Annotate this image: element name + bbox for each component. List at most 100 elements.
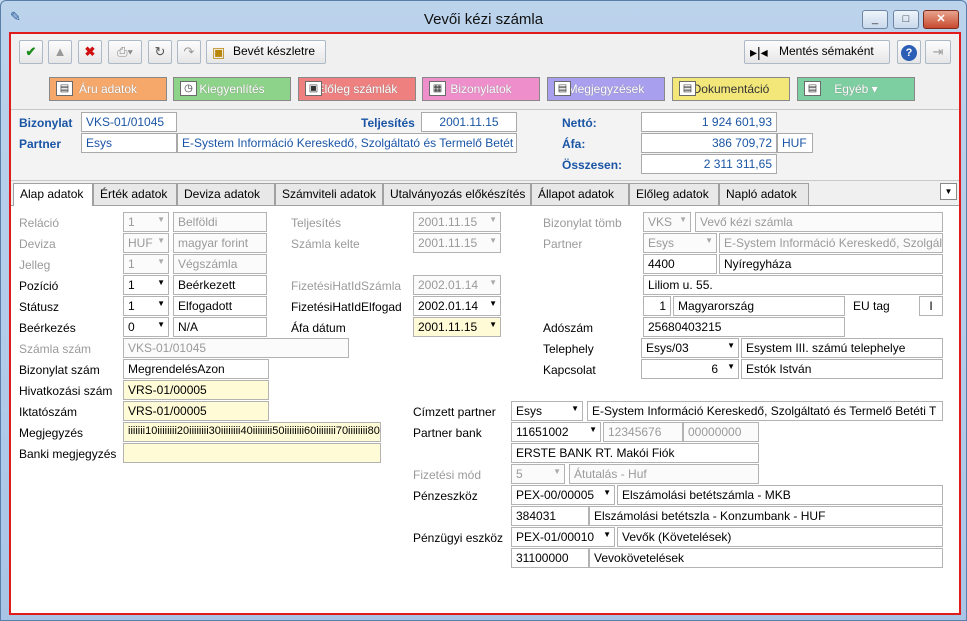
banki-megjegyzes-field[interactable] xyxy=(123,443,381,463)
delete-x-icon[interactable]: ✖ xyxy=(78,40,102,64)
kelte-date[interactable]: 2001.11.15 ▼ xyxy=(413,233,501,253)
confirm-check-icon[interactable]: ✔ xyxy=(19,40,43,64)
megjegyzes-field[interactable]: iiiiiii10iiiiiiii20iiiiiiii30iiiiiiii40i… xyxy=(123,422,381,442)
tab-szamviteli-adatok[interactable]: Számviteli adatok xyxy=(275,183,383,205)
fhe-value: 2002.01.14 xyxy=(418,299,479,313)
jelleg-select[interactable]: 1 ▼ xyxy=(123,254,169,274)
tab-allapot-adatok[interactable]: Állapot adatok xyxy=(531,183,629,205)
chevron-down-icon: ▼ xyxy=(489,320,497,329)
jelleg-text: Végszámla xyxy=(173,254,267,274)
tomb-label: Bizonylat tömb xyxy=(543,216,622,230)
mentes-semakent-button[interactable]: ▸|◂ Mentés sémaként xyxy=(744,40,890,64)
partner-code-field[interactable]: Esys xyxy=(81,133,177,153)
netto-field: 1 924 601,93 xyxy=(641,112,777,132)
teljesites-header-field[interactable]: 2001.11.15 xyxy=(421,112,517,132)
bevet-keszletre-button[interactable]: ▣ Bevét készletre xyxy=(206,40,326,64)
help-icon: ? xyxy=(901,45,917,61)
tab-alap-adatok[interactable]: Alap adatok xyxy=(13,183,93,206)
category-button-bizonylatok[interactable]: ▦ Bizonylatok xyxy=(422,77,540,101)
help-button[interactable]: ? xyxy=(897,40,921,64)
kapcsolat-value: 6 xyxy=(711,362,718,376)
tab-ertek-adatok[interactable]: Érték adatok xyxy=(93,183,177,205)
aru-adatok-icon: ▤ xyxy=(56,81,73,96)
egyeb-icon: ▤ xyxy=(804,81,821,96)
netto-label: Nettó: xyxy=(562,116,597,130)
penz-kod-field: 384031 xyxy=(511,506,589,526)
partner-select[interactable]: Esys ▼ xyxy=(643,233,717,253)
relacio-label: Reláció xyxy=(19,216,60,230)
telephely-label: Telephely xyxy=(543,342,594,356)
maximize-button[interactable]: □ xyxy=(893,10,919,29)
category-button-kiegyenlites[interactable]: ◷ Kiegyenlítés xyxy=(173,77,291,101)
iktato-label: Iktatószám xyxy=(19,405,78,419)
deviza-select[interactable]: HUF ▼ xyxy=(123,233,169,253)
afadatum-date[interactable]: 2001.11.15 ▼ xyxy=(413,317,501,337)
fhsz-date[interactable]: 2002.01.14 ▼ xyxy=(413,275,501,295)
jelleg-label: Jelleg xyxy=(19,258,51,272)
orszag-kod-field: 1 xyxy=(643,296,671,316)
telephely-text: Esystem III. számú telephelye xyxy=(741,338,943,358)
partner-text: E-System Információ Kereskedő, Szolgálta… xyxy=(719,233,943,253)
bank-nev-field: ERSTE BANK RT. Makói Fiók xyxy=(511,443,759,463)
tab-utalvanyozas[interactable]: Utalványozás előkészítés xyxy=(383,183,531,205)
chevron-down-icon: ▾ xyxy=(868,82,878,96)
bank-field-3: 00000000 xyxy=(683,422,759,442)
app-window: ✎ Vevői kézi számla _ □ ✕ ✔ ▲ ✖ ⎙▾ ↻ ↷ ▣… xyxy=(0,0,967,621)
category-label: Előleg számlák xyxy=(316,82,398,96)
iktato-field[interactable]: VRS-01/00005 xyxy=(123,401,269,421)
tab-deviza-adatok[interactable]: Deviza adatok xyxy=(177,183,275,205)
fhe-date[interactable]: 2002.01.14 ▼ xyxy=(413,296,501,316)
teljesites-date[interactable]: 2001.11.15 ▼ xyxy=(413,212,501,232)
tomb-text: Vevő kézi számla xyxy=(695,212,943,232)
beerkezes-select[interactable]: 0 ▼ xyxy=(123,317,169,337)
refresh-icon[interactable]: ↻ xyxy=(148,40,172,64)
penzugyi-select[interactable]: PEX-01/00010 ▼ xyxy=(511,527,615,547)
partner-name-field[interactable]: E-System Információ Kereskedő, Szolgálta… xyxy=(177,133,517,153)
fizmod-select[interactable]: 5 ▼ xyxy=(511,464,565,484)
tab-naplo-adatok[interactable]: Napló adatok xyxy=(719,183,809,205)
penzugyi-kod-text: Vevokövetelések xyxy=(589,548,943,568)
redo-icon[interactable]: ↷ xyxy=(177,40,201,64)
up-arrow-icon[interactable]: ▲ xyxy=(48,40,72,64)
kiegyenlites-icon: ◷ xyxy=(180,81,197,96)
penzugyi-kod-field: 31100000 xyxy=(511,548,589,568)
fhsz-label: FizetésiHatIdSzámla xyxy=(291,279,402,293)
kapcsolat-select[interactable]: 6 ▼ xyxy=(641,359,739,379)
relacio-select[interactable]: 1 ▼ xyxy=(123,212,169,232)
chevron-down-icon: ▼ xyxy=(157,278,165,287)
fizmod-text: Átutalás - Huf xyxy=(569,464,759,484)
cimzett-select[interactable]: Esys ▼ xyxy=(511,401,583,421)
banki-megjegyzes-label: Banki megjegyzés xyxy=(19,447,117,461)
chevron-down-icon: ▼ xyxy=(489,278,497,287)
pozicio-select[interactable]: 1 ▼ xyxy=(123,275,169,295)
category-button-megjegyzesek[interactable]: ▤ Megjegyzések xyxy=(547,77,665,101)
hivatkozasi-field[interactable]: VRS-01/00005 xyxy=(123,380,269,400)
category-button-egyeb[interactable]: ▤ Egyéb ▾ xyxy=(797,77,915,101)
tomb-select[interactable]: VKS ▼ xyxy=(643,212,691,232)
bizonylat-field[interactable]: VKS-01/01045 xyxy=(81,112,177,132)
category-button-dokumentacio[interactable]: ▤ Dokumentáció xyxy=(672,77,790,101)
tab-eloleg-adatok[interactable]: Előleg adatok xyxy=(629,183,719,205)
tab-overflow-chevron-icon[interactable]: ▼ xyxy=(940,183,957,200)
category-button-eloleg-szamlak[interactable]: ▣ Előleg számlák xyxy=(298,77,416,101)
deviza-label: Deviza xyxy=(19,237,56,251)
minimize-button[interactable]: _ xyxy=(862,10,888,29)
category-label: Egyéb xyxy=(834,82,869,96)
bank-select[interactable]: 11651002 ▼ xyxy=(511,422,601,442)
close-button[interactable]: ✕ xyxy=(923,10,959,29)
chevron-down-icon: ▼ xyxy=(157,299,165,308)
chevron-down-icon: ▼ xyxy=(603,488,611,497)
bevet-label: Bevét készletre xyxy=(233,44,316,58)
telephely-select[interactable]: Esys/03 ▼ xyxy=(641,338,739,358)
bizonylatszam-field[interactable]: MegrendelésAzon xyxy=(123,359,269,379)
fizmod-value: 5 xyxy=(516,467,523,481)
chevron-down-icon: ▼ xyxy=(489,215,497,224)
penzeszkoz-select[interactable]: PEX-00/00005 ▼ xyxy=(511,485,615,505)
megjegyzesek-icon: ▤ xyxy=(554,81,571,96)
client-area: ✔ ▲ ✖ ⎙▾ ↻ ↷ ▣ Bevét készletre ▸|◂ Mentés … xyxy=(9,32,961,615)
category-button-aru-adatok[interactable]: ▤ Áru adatok xyxy=(49,77,167,101)
print-icon[interactable]: ⎙▾ xyxy=(108,40,142,64)
szamlaszam-field[interactable]: VKS-01/01045 xyxy=(123,338,349,358)
statusz-select[interactable]: 1 ▼ xyxy=(123,296,169,316)
exit-icon[interactable]: ⇥ xyxy=(925,40,951,64)
